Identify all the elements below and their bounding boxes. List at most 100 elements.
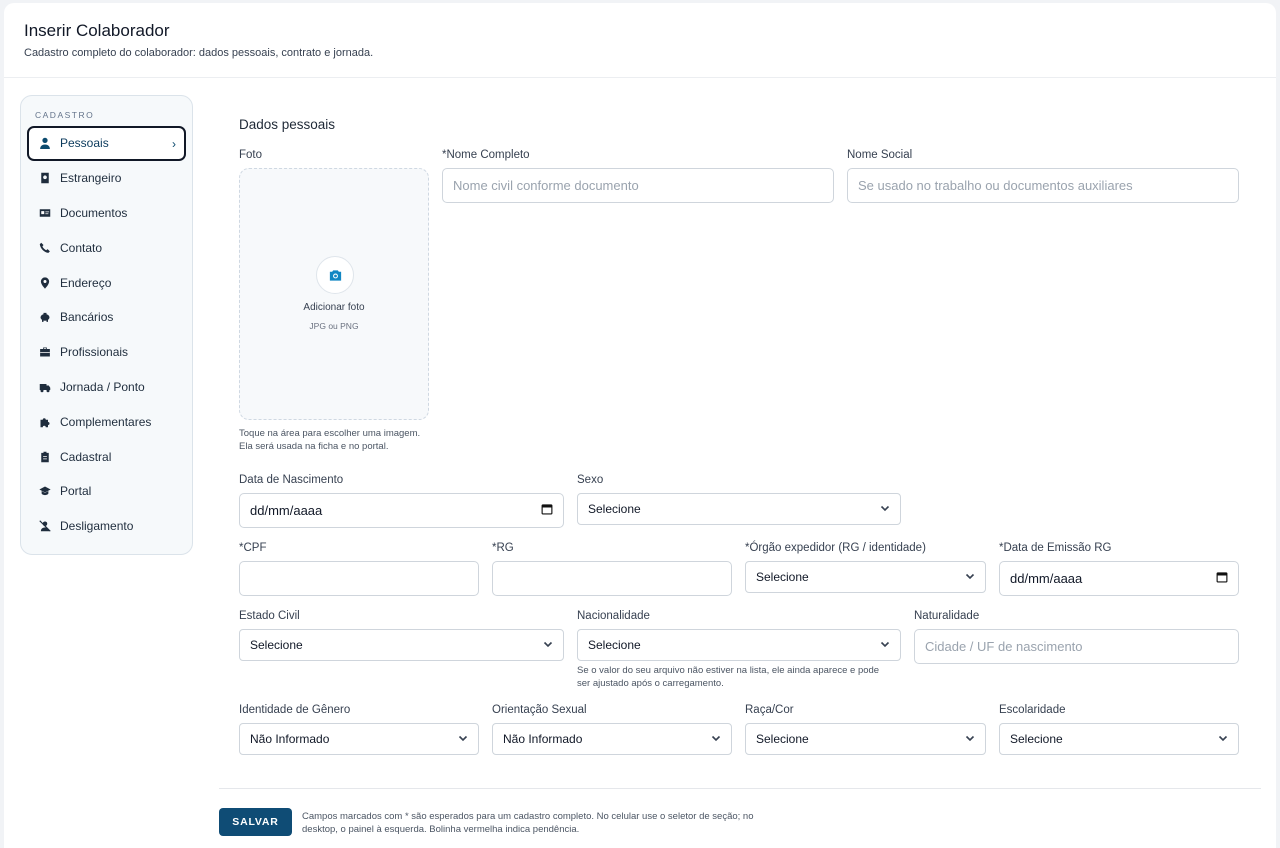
naturalidade-input[interactable]: [914, 629, 1239, 664]
nacionalidade-help: Se o valor do seu arquivo não estiver na…: [577, 664, 879, 690]
camera-icon: [316, 256, 354, 294]
sidebar-item-pessoais[interactable]: Pessoais ›: [27, 126, 186, 161]
passport-icon: [39, 172, 51, 184]
raca-cor-select[interactable]: Selecione: [745, 723, 986, 755]
sidebar-item-complementares[interactable]: Complementares: [27, 404, 186, 439]
nome-social-input[interactable]: [847, 168, 1239, 203]
sidebar-item-label: Cadastral: [60, 449, 112, 464]
sexo-label: Sexo: [577, 474, 604, 486]
photo-label: Foto: [239, 149, 263, 161]
sidebar-heading: CADASTRO: [35, 110, 95, 120]
sidebar-item-jornada-ponto[interactable]: Jornada / Ponto: [27, 370, 186, 405]
sidebar-item-bancarios[interactable]: Bancários: [27, 300, 186, 335]
sidebar-item-label: Estrangeiro: [60, 171, 122, 186]
sidebar-item-label: Portal: [60, 484, 92, 499]
person-icon: [39, 137, 51, 150]
estado-civil-select[interactable]: Selecione: [239, 629, 564, 661]
data-nascimento-value: dd/mm/aaaa: [250, 503, 323, 518]
raca-cor-label: Raça/Cor: [745, 704, 794, 716]
rg-input[interactable]: [492, 561, 732, 596]
sidebar-item-label: Desligamento: [60, 519, 134, 534]
data-emissao-rg-value: dd/mm/aaaa: [1010, 571, 1083, 586]
sidebar-item-profissionais[interactable]: Profissionais: [27, 335, 186, 370]
estado-civil-label: Estado Civil: [239, 610, 300, 622]
footer-note-line: desktop, o painel à esquerda. Bolinha ve…: [302, 824, 580, 835]
chevron-down-icon: [458, 732, 468, 746]
sidebar-item-endereco[interactable]: Endereço: [27, 265, 186, 300]
photo-help-line: Ela será usada na ficha e no portal.: [239, 441, 389, 452]
cpf-label: *CPF: [239, 542, 267, 554]
orgao-expedidor-label: *Órgão expedidor (RG / identidade): [745, 542, 926, 554]
chevron-down-icon: [880, 638, 890, 652]
nome-completo-label: *Nome Completo: [442, 149, 530, 161]
raca-cor-value: Selecione: [756, 732, 809, 746]
map-pin-icon: [39, 276, 51, 289]
sidebar-item-label: Documentos: [60, 205, 128, 220]
chevron-down-icon: [711, 732, 721, 746]
naturalidade-label: Naturalidade: [914, 610, 980, 622]
phone-icon: [39, 242, 51, 254]
calendar-icon: [1216, 571, 1228, 586]
chevron-right-icon: ›: [172, 137, 176, 151]
photo-help: Toque na área para escolher uma imagem. …: [239, 427, 420, 453]
page-subtitle: Cadastro completo do colaborador: dados …: [24, 47, 374, 59]
identidade-genero-select[interactable]: Não Informado: [239, 723, 479, 755]
cpf-input[interactable]: [239, 561, 479, 596]
orientacao-sexual-label: Orientação Sexual: [492, 704, 587, 716]
sidebar-item-desligamento[interactable]: Desligamento: [27, 509, 186, 544]
chevron-down-icon: [965, 570, 975, 584]
piggy-bank-icon: [39, 311, 51, 323]
app-window: Inserir Colaborador Cadastro completo do…: [4, 3, 1276, 848]
photo-help-line: Toque na área para escolher uma imagem.: [239, 428, 421, 439]
section-title: Dados pessoais: [239, 117, 336, 132]
nome-social-label: Nome Social: [847, 149, 913, 161]
chevron-down-icon: [543, 638, 553, 652]
section-sidebar: CADASTRO Pessoais › Estrangeiro Document…: [20, 95, 193, 555]
sidebar-item-label: Contato: [60, 240, 103, 255]
sidebar-item-estrangeiro[interactable]: Estrangeiro: [27, 161, 186, 196]
sexo-value: Selecione: [588, 502, 641, 516]
sidebar-item-label: Pessoais: [60, 136, 109, 151]
photo-dropzone[interactable]: Adicionar foto JPG ou PNG: [239, 168, 429, 420]
truck-clock-icon: [39, 381, 51, 393]
nacionalidade-help-line: ser ajustado após o carregamento.: [577, 678, 724, 689]
escolaridade-label: Escolaridade: [999, 704, 1066, 716]
photo-formats: JPG ou PNG: [309, 321, 359, 331]
sidebar-item-label: Complementares: [60, 414, 152, 429]
sidebar-item-cadastral[interactable]: Cadastral: [27, 439, 186, 474]
chevron-down-icon: [880, 502, 890, 516]
sidebar-item-documentos[interactable]: Documentos: [27, 196, 186, 231]
orgao-expedidor-value: Selecione: [756, 570, 809, 584]
page-title: Inserir Colaborador: [24, 21, 170, 40]
data-nascimento-label: Data de Nascimento: [239, 474, 344, 486]
orgao-expedidor-select[interactable]: Selecione: [745, 561, 986, 593]
sexo-select[interactable]: Selecione: [577, 493, 901, 525]
nacionalidade-value: Selecione: [588, 638, 641, 652]
data-emissao-rg-input[interactable]: dd/mm/aaaa: [999, 561, 1239, 596]
briefcase-icon: [39, 346, 51, 358]
footer-note: Campos marcados com * são esperados para…: [302, 810, 782, 836]
sidebar-item-label: Jornada / Ponto: [60, 379, 145, 394]
rg-label: *RG: [492, 542, 514, 554]
escolaridade-select[interactable]: Selecione: [999, 723, 1239, 755]
chevron-down-icon: [965, 732, 975, 746]
data-emissao-rg-label: *Data de Emissão RG: [999, 542, 1112, 554]
chevron-down-icon: [1218, 732, 1228, 746]
calendar-icon: [541, 503, 553, 518]
data-nascimento-input[interactable]: dd/mm/aaaa: [239, 493, 564, 528]
identidade-genero-label: Identidade de Gênero: [239, 704, 351, 716]
nacionalidade-select[interactable]: Selecione: [577, 629, 901, 661]
estado-civil-value: Selecione: [250, 638, 303, 652]
orientacao-sexual-value: Não Informado: [503, 732, 583, 746]
sidebar-item-contato[interactable]: Contato: [27, 230, 186, 265]
nome-completo-input[interactable]: [442, 168, 834, 203]
identidade-genero-value: Não Informado: [250, 732, 330, 746]
sidebar-item-portal[interactable]: Portal: [27, 474, 186, 509]
orientacao-sexual-select[interactable]: Não Informado: [492, 723, 732, 755]
clipboard-icon: [39, 451, 51, 463]
sidebar-item-label: Endereço: [60, 275, 112, 290]
save-button[interactable]: SALVAR: [219, 808, 292, 836]
sidebar-item-label: Profissionais: [60, 345, 129, 360]
nacionalidade-label: Nacionalidade: [577, 610, 650, 622]
nacionalidade-help-line: Se o valor do seu arquivo não estiver na…: [577, 665, 880, 676]
